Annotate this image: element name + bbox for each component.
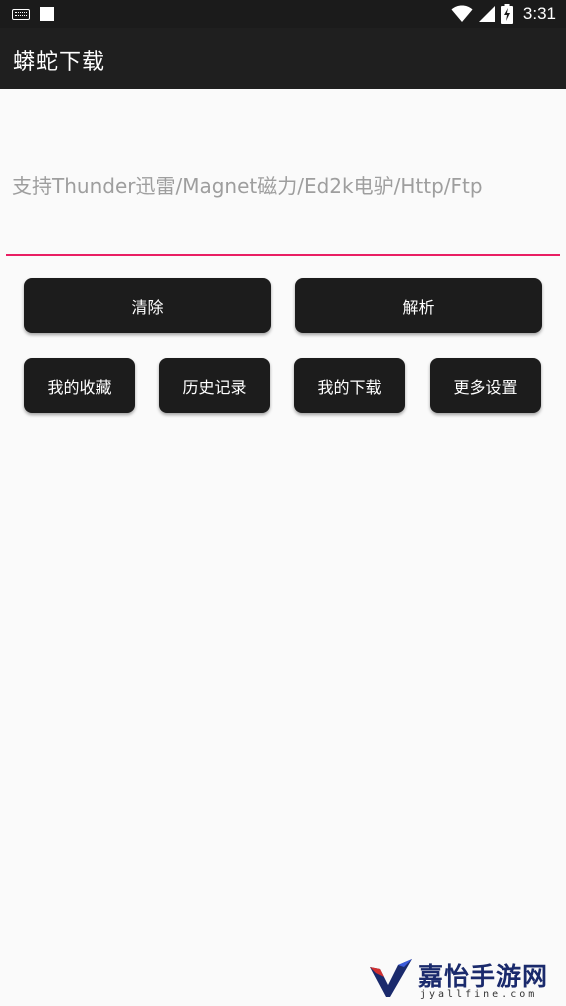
app-title: 蟒蛇下载 xyxy=(13,50,106,75)
history-button[interactable]: 历史记录 xyxy=(159,358,270,413)
app-bar: 蟒蛇下载 xyxy=(0,28,566,89)
status-right-icons: 3:31 xyxy=(451,3,556,25)
more-settings-button[interactable]: 更多设置 xyxy=(430,358,541,413)
watermark-logo-icon xyxy=(370,959,412,997)
my-favorites-label: 我的收藏 xyxy=(47,377,112,397)
notification-square-icon xyxy=(40,7,54,21)
parse-button[interactable]: 解析 xyxy=(295,278,542,333)
my-favorites-button[interactable]: 我的收藏 xyxy=(24,358,135,413)
watermark: 嘉怡手游网 jyallfine.com xyxy=(368,955,563,1003)
signal-icon xyxy=(478,6,495,22)
more-settings-label: 更多设置 xyxy=(453,377,518,397)
watermark-name: 嘉怡手游网 xyxy=(418,962,549,991)
clear-button-label: 清除 xyxy=(131,297,164,317)
app-screen: 3:31 蟒蛇下载 清除 解析 我的收藏 历史记录 我的下载 更多设置 嘉怡手游… xyxy=(0,0,566,1006)
parse-button-label: 解析 xyxy=(402,297,435,317)
status-bar: 3:31 xyxy=(0,0,566,28)
my-downloads-button[interactable]: 我的下载 xyxy=(294,358,405,413)
watermark-site: jyallfine.com xyxy=(420,989,538,1000)
status-left-icons xyxy=(12,5,54,23)
clear-button[interactable]: 清除 xyxy=(24,278,271,333)
battery-charging-icon xyxy=(500,4,513,24)
history-label: 历史记录 xyxy=(182,377,247,397)
status-time: 3:31 xyxy=(522,4,556,23)
wifi-icon xyxy=(451,5,473,22)
my-downloads-label: 我的下载 xyxy=(317,377,382,397)
keyboard-icon xyxy=(12,8,30,20)
download-url-input[interactable] xyxy=(6,118,560,256)
